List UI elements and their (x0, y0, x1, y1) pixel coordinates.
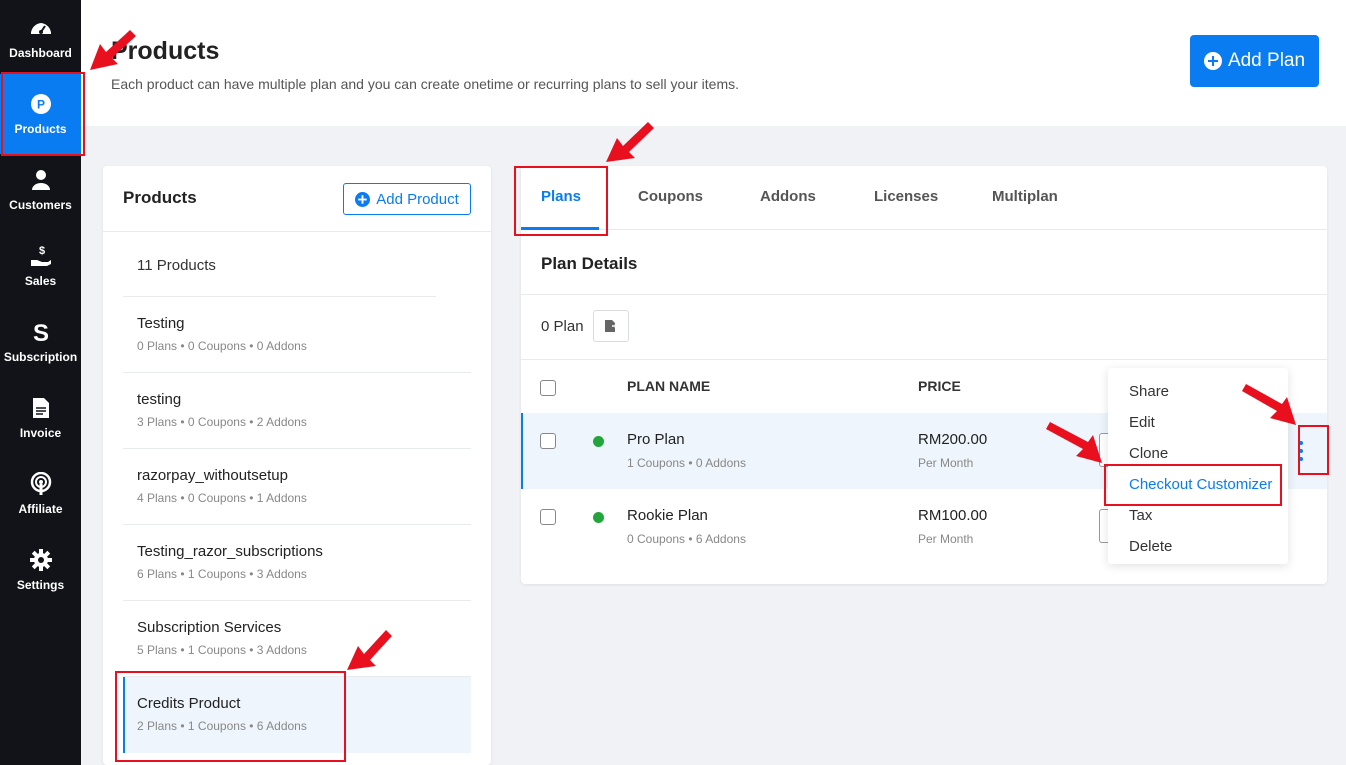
status-dot (593, 436, 604, 447)
column-plan-name: PLAN NAME (627, 378, 711, 394)
export-icon (605, 320, 618, 332)
plan-count: 0 Plan (541, 318, 584, 335)
product-item-subscription-services[interactable]: Subscription Services 5 Plans • 1 Coupon… (123, 601, 471, 677)
product-name: Credits Product (137, 695, 241, 712)
svg-text:S: S (32, 320, 48, 344)
affiliate-icon (29, 472, 53, 496)
products-panel-title: Products (123, 188, 197, 207)
product-name: razorpay_withoutsetup (137, 467, 288, 484)
tab-multiplan[interactable]: Multiplan (992, 188, 1058, 205)
menu-item-tax[interactable]: Tax (1129, 507, 1152, 524)
nav-settings-label: Settings (16, 578, 65, 592)
tab-coupons[interactable]: Coupons (638, 188, 703, 205)
nav-subscription-label: Subscription (3, 350, 78, 364)
add-product-label: Add Product (376, 190, 459, 208)
select-all-checkbox[interactable] (540, 380, 556, 396)
menu-item-checkout-customizer[interactable]: Checkout Customizer (1129, 476, 1272, 493)
nav-invoice[interactable]: Invoice (0, 380, 81, 456)
arrow-to-plans-tab (606, 122, 654, 162)
divider (521, 294, 1327, 295)
gear-icon (29, 548, 53, 572)
tab-bar: Plans Coupons Addons Licenses Multiplan (521, 166, 1327, 230)
page-subtitle: Each product can have multiple plan and … (111, 76, 740, 92)
dashboard-icon (29, 16, 53, 40)
page-title: Products (111, 37, 220, 65)
nav-products[interactable]: P Products (0, 74, 81, 154)
tab-active-indicator (521, 227, 599, 230)
plan-period: Per Month (918, 532, 974, 546)
product-item-testing-razor-subscriptions[interactable]: Testing_razor_subscriptions 6 Plans • 1 … (123, 525, 471, 601)
plan-meta: 1 Coupons • 0 Addons (627, 456, 746, 470)
nav-customers-label: Customers (9, 198, 72, 212)
add-plan-button[interactable]: Add Plan (1190, 35, 1319, 87)
product-item-testing-lower[interactable]: testing 3 Plans • 0 Coupons • 2 Addons (123, 373, 471, 449)
row-actions-dropdown: Share Edit Clone Checkout Customizer Tax… (1108, 368, 1288, 564)
nav-affiliate-label: Affiliate (18, 502, 63, 516)
product-name: testing (137, 391, 182, 408)
tab-licenses[interactable]: Licenses (874, 188, 938, 205)
nav-dashboard-label: Dashboard (9, 46, 72, 60)
svg-text:P: P (36, 98, 44, 112)
nav-dashboard[interactable]: Dashboard (0, 0, 81, 76)
divider (521, 359, 1327, 360)
svg-text:$: $ (38, 245, 44, 257)
invoice-icon (29, 396, 53, 420)
section-title: Plan Details (541, 254, 638, 273)
status-dot (593, 512, 604, 523)
product-name: Testing (137, 315, 185, 332)
plan-price: RM100.00 (918, 507, 988, 524)
nav-settings[interactable]: Settings (0, 532, 81, 608)
plan-meta: 0 Coupons • 6 Addons (627, 532, 746, 546)
product-name: Testing_razor_subscriptions (137, 543, 323, 560)
kebab-menu-icon[interactable] (1298, 441, 1304, 461)
nav-affiliate[interactable]: Affiliate (0, 456, 81, 532)
product-meta: 4 Plans • 0 Coupons • 1 Addons (137, 491, 307, 505)
row-checkbox[interactable] (540, 433, 556, 449)
plus-circle-icon (1203, 52, 1222, 70)
products-icon: P (29, 92, 53, 116)
products-panel: Products Add Product 11 Products Testing… (103, 166, 491, 765)
nav-customers[interactable]: Customers (0, 152, 81, 228)
product-item-razorpay-withoutsetup[interactable]: razorpay_withoutsetup 4 Plans • 0 Coupon… (123, 449, 471, 525)
product-meta: 3 Plans • 0 Coupons • 2 Addons (137, 415, 307, 429)
menu-item-share[interactable]: Share (1129, 383, 1169, 400)
subscription-icon: S (29, 320, 53, 344)
export-button[interactable] (593, 310, 629, 342)
plan-price: RM200.00 (918, 431, 988, 448)
plan-name: Rookie Plan (627, 507, 708, 524)
menu-item-edit[interactable]: Edit (1129, 414, 1155, 431)
product-meta: 6 Plans • 1 Coupons • 3 Addons (137, 567, 307, 581)
tab-addons[interactable]: Addons (760, 188, 816, 205)
sidebar: Dashboard P Products Customers $ Sales S… (0, 0, 81, 765)
product-name: Subscription Services (137, 619, 282, 636)
product-count: 11 Products (137, 257, 216, 274)
add-product-button[interactable]: Add Product (343, 183, 471, 215)
product-item-credits-product[interactable]: Credits Product 2 Plans • 1 Coupons • 6 … (123, 677, 471, 753)
sales-icon: $ (29, 244, 53, 268)
nav-invoice-label: Invoice (19, 426, 62, 440)
nav-subscription[interactable]: S Subscription (0, 304, 81, 380)
column-price: PRICE (918, 378, 961, 394)
page-header: Products Each product can have multiple … (81, 0, 1346, 126)
plan-period: Per Month (918, 456, 974, 470)
menu-item-delete[interactable]: Delete (1129, 538, 1172, 555)
menu-item-clone[interactable]: Clone (1129, 445, 1168, 462)
plan-name: Pro Plan (627, 431, 685, 448)
product-meta: 0 Plans • 0 Coupons • 0 Addons (137, 339, 307, 353)
customers-icon (29, 168, 53, 192)
product-meta: 2 Plans • 1 Coupons • 6 Addons (137, 719, 307, 733)
plus-circle-icon (355, 191, 371, 207)
products-panel-header: Products Add Product (103, 166, 491, 232)
nav-sales-label: Sales (24, 274, 57, 288)
product-meta: 5 Plans • 1 Coupons • 3 Addons (137, 643, 307, 657)
tab-plans[interactable]: Plans (541, 188, 581, 205)
nav-products-label: Products (14, 122, 67, 136)
add-plan-label: Add Plan (1227, 50, 1306, 71)
row-checkbox[interactable] (540, 509, 556, 525)
product-item-testing[interactable]: Testing 0 Plans • 0 Coupons • 0 Addons (123, 297, 471, 373)
nav-sales[interactable]: $ Sales (0, 228, 81, 304)
